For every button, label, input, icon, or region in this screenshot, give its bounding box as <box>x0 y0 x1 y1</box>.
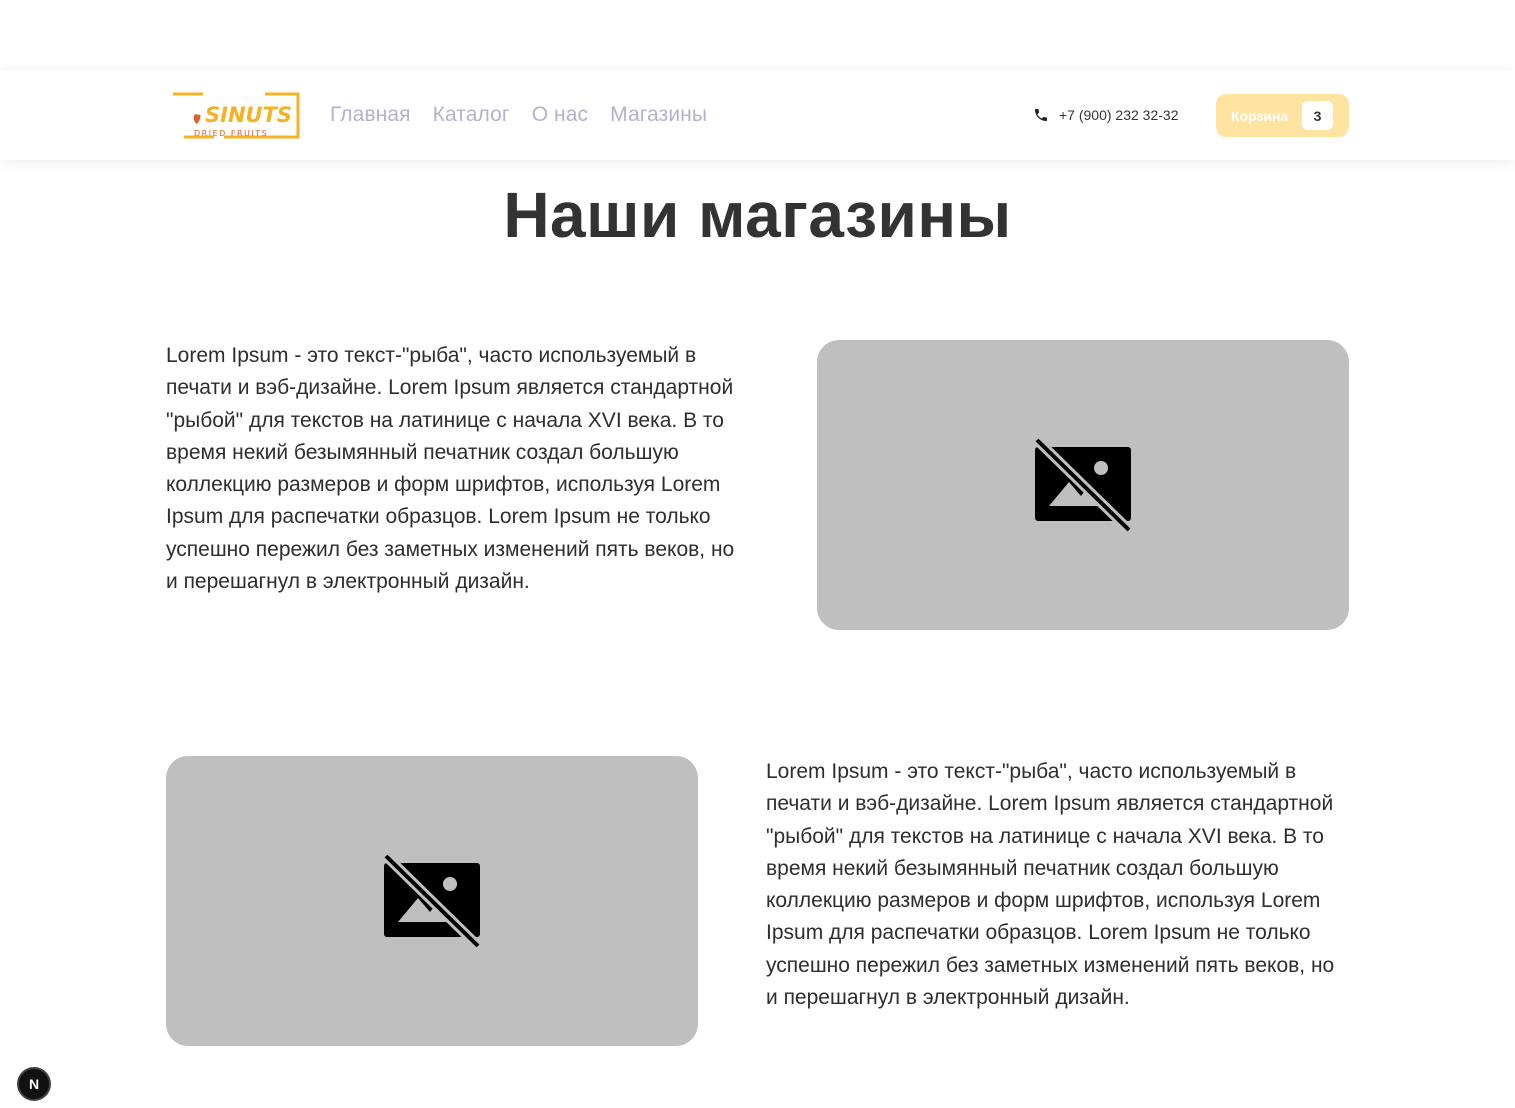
shop-description: Lorem Ipsum - это текст-"рыба", часто ис… <box>766 760 1335 1010</box>
nav-home-link[interactable]: Главная <box>330 103 411 127</box>
phone-contact[interactable]: +7 (900) 232 32-32 <box>1033 70 1178 160</box>
badge-letter: N <box>28 1076 40 1092</box>
shop-image-placeholder <box>166 756 698 1046</box>
shop-description: Lorem Ipsum - это текст-"рыба", часто ис… <box>166 344 735 594</box>
nav-about-link[interactable]: О нас <box>532 103 588 127</box>
phone-number: +7 (900) 232 32-32 <box>1059 107 1179 123</box>
phone-icon <box>1035 109 1047 121</box>
nav-catalog-link[interactable]: Каталог <box>433 103 510 127</box>
shop-image-placeholder <box>817 340 1349 630</box>
main-nav: Главная Каталог О нас Магазины <box>330 70 707 160</box>
cart-label: Корзина <box>1231 107 1289 124</box>
image-not-supported-icon <box>382 852 482 950</box>
dev-tools-badge[interactable]: N <box>17 1067 51 1101</box>
logo-image: SINUTS DRIED FRUITS <box>171 92 300 139</box>
image-not-supported-icon <box>1033 436 1133 534</box>
cart-button[interactable]: Корзина 3 <box>1216 94 1349 137</box>
nav-shops-link[interactable]: Магазины <box>610 103 707 127</box>
site-header: SINUTS DRIED FRUITS Главная Каталог О на… <box>0 70 1515 160</box>
logo[interactable]: SINUTS DRIED FRUITS <box>171 91 300 140</box>
page-title: Наши магазины <box>503 179 1012 251</box>
logo-tagline: DRIED FRUITS <box>194 129 268 138</box>
logo-brand: SINUTS <box>205 103 292 127</box>
cart-count-badge: 3 <box>1302 101 1333 130</box>
